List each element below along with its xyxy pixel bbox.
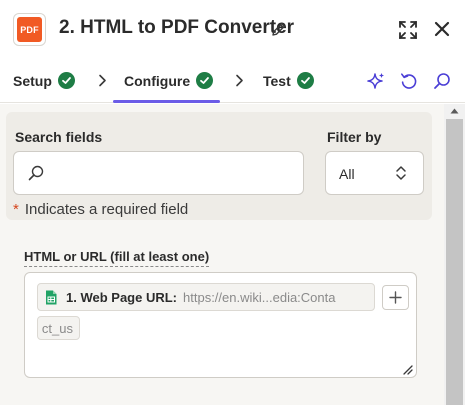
resize-handle-icon[interactable]: [402, 364, 413, 375]
edit-icon[interactable]: [271, 21, 287, 37]
filter-by-label: Filter by: [327, 129, 382, 145]
html-or-url-field[interactable]: 1. Web Page URL: https://en.wiki...edia:…: [24, 272, 417, 378]
mapped-field-value-continued: ct_us: [37, 316, 80, 340]
step-tabs: Setup Configure Test: [0, 58, 465, 103]
pdf-logo-badge: PDF: [17, 17, 42, 42]
step-header: PDF 2. HTML to PDF Converter: [0, 0, 465, 58]
add-data-button[interactable]: [382, 285, 409, 310]
search-icon[interactable]: [432, 71, 452, 91]
vertical-scrollbar[interactable]: [444, 104, 465, 405]
close-icon[interactable]: [433, 20, 451, 38]
step-title: 2. HTML to PDF Converter: [59, 17, 295, 38]
search-fields-label: Search fields: [15, 129, 103, 145]
tab-configure[interactable]: Configure: [124, 58, 214, 103]
search-fields-text[interactable]: [50, 154, 298, 192]
plus-icon: [389, 291, 402, 304]
app-logo: PDF: [13, 13, 46, 46]
search-fields-input[interactable]: [13, 151, 304, 195]
scroll-up-arrow-icon[interactable]: [450, 108, 459, 114]
active-tab-indicator: [113, 100, 220, 103]
html-or-url-label: HTML or URL (fill at least one): [24, 249, 210, 267]
check-circle-icon: [57, 72, 75, 89]
tab-test-label: Test: [263, 72, 291, 89]
tab-test[interactable]: Test: [263, 58, 314, 103]
mapped-field-pill[interactable]: 1. Web Page URL: https://en.wiki...edia:…: [37, 283, 375, 311]
chevron-right-icon: [236, 74, 243, 87]
undo-icon[interactable]: [399, 71, 419, 91]
filter-by-select[interactable]: All: [325, 151, 424, 195]
check-circle-icon: [296, 72, 314, 89]
configure-panel: Search fields Filter by All * Indicates a…: [0, 104, 444, 405]
google-sheets-icon: [46, 290, 57, 304]
required-field-note: * Indicates a required field: [13, 201, 188, 218]
chevron-up-down-icon: [396, 166, 406, 180]
tab-setup[interactable]: Setup: [13, 58, 75, 103]
tab-configure-label: Configure: [124, 72, 191, 89]
chevron-right-icon: [99, 74, 106, 87]
required-note-text: Indicates a required field: [24, 201, 189, 218]
scrollbar-thumb[interactable]: [446, 119, 463, 405]
mapped-field-label: 1. Web Page URL:: [66, 289, 178, 305]
search-fields-card: Search fields Filter by All * Indicates a…: [6, 112, 432, 220]
check-circle-icon: [196, 72, 214, 89]
expand-icon[interactable]: [398, 20, 418, 40]
required-marker: *: [13, 201, 19, 218]
search-icon: [28, 165, 44, 181]
sparkle-icon[interactable]: [366, 71, 386, 91]
mapped-field-value: https://en.wiki...edia:Conta: [183, 289, 336, 305]
filter-by-value: All: [339, 166, 355, 182]
tab-setup-label: Setup: [13, 72, 52, 89]
